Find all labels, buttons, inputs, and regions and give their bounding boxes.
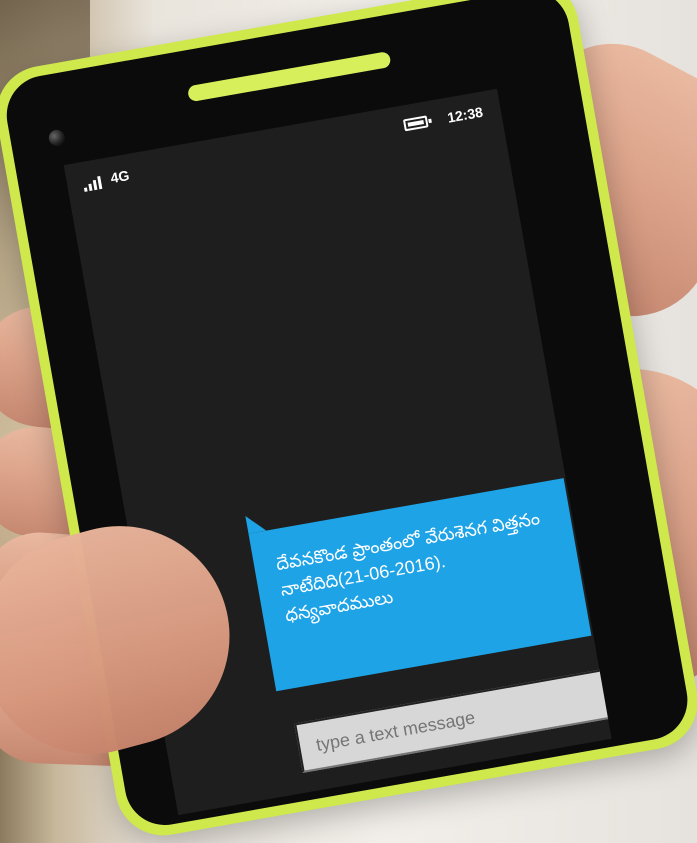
network-label: 4G: [109, 167, 131, 187]
status-bar: 4G 12:38: [64, 89, 505, 207]
message-input[interactable]: [294, 668, 612, 773]
battery-icon: [402, 115, 429, 132]
status-time: 12:38: [446, 103, 485, 126]
message-bubble: దేవనకొండ ప్రాంతంలో వేరుశెనగ విత్తనం నాటే…: [248, 478, 592, 692]
camera-icon: [47, 128, 67, 148]
speaker-grille: [186, 50, 392, 103]
signal-icon: [82, 174, 106, 192]
